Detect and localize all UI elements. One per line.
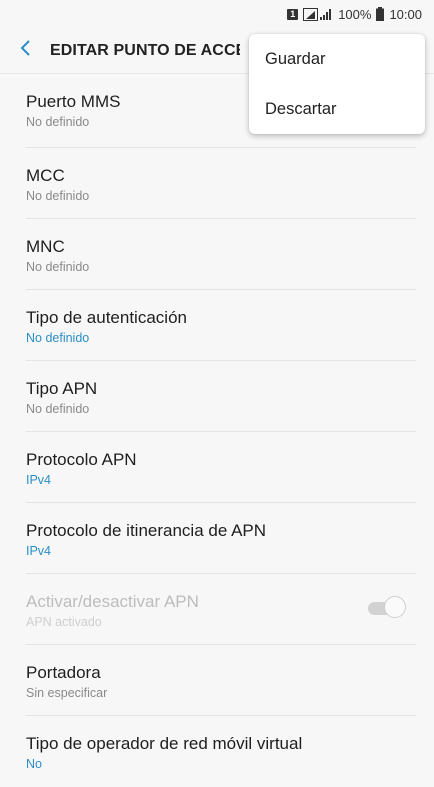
setting-label: Tipo APN bbox=[26, 379, 98, 398]
setting-label: Activar/desactivar APN bbox=[26, 592, 199, 611]
setting-value: IPv4 bbox=[26, 473, 52, 487]
setting-value: APN activado bbox=[26, 615, 102, 629]
setting-label: Protocolo de itinerancia de APN bbox=[26, 521, 267, 540]
setting-label: MCC bbox=[26, 166, 65, 185]
menu-item-guardar[interactable]: Guardar bbox=[249, 34, 425, 84]
setting-label: Tipo de operador de red móvil virtual bbox=[26, 734, 303, 753]
setting-tipo-apn[interactable]: Tipo APN No definido bbox=[0, 361, 434, 432]
setting-protocolo-itinerancia-apn[interactable]: Protocolo de itinerancia de APN IPv4 bbox=[0, 503, 434, 574]
signal-icon bbox=[303, 7, 333, 21]
menu-item-descartar[interactable]: Descartar bbox=[249, 84, 425, 134]
setting-activar-apn: Activar/desactivar APN APN activado bbox=[0, 574, 434, 645]
clock: 10:00 bbox=[389, 6, 422, 22]
setting-mnc[interactable]: MNC No definido bbox=[0, 219, 434, 290]
toggle-knob bbox=[384, 596, 406, 618]
chevron-left-icon bbox=[19, 39, 31, 62]
battery-icon bbox=[376, 7, 385, 21]
page-title: EDITAR PUNTO DE ACCESO bbox=[50, 41, 240, 59]
setting-value: No definido bbox=[26, 260, 90, 274]
setting-value: Sin especificar bbox=[26, 686, 108, 700]
setting-protocolo-apn[interactable]: Protocolo APN IPv4 bbox=[0, 432, 434, 503]
status-bar: 1 100% 10:00 bbox=[0, 0, 434, 28]
setting-value: No definido bbox=[26, 189, 90, 203]
setting-tipo-operador-mvno[interactable]: Tipo de operador de red móvil virtual No bbox=[0, 716, 434, 787]
settings-list: Puerto MMS No definido MCC No definido M… bbox=[0, 74, 434, 787]
setting-label: Protocolo APN bbox=[26, 450, 137, 469]
setting-portadora[interactable]: Portadora Sin especificar bbox=[0, 645, 434, 716]
setting-label: MNC bbox=[26, 237, 65, 256]
back-button[interactable] bbox=[0, 28, 50, 74]
overflow-menu: Guardar Descartar bbox=[249, 34, 425, 134]
apn-toggle-switch bbox=[368, 596, 408, 620]
sim-slot-icon: 1 bbox=[287, 8, 299, 20]
setting-value: No definido bbox=[26, 331, 90, 345]
setting-value: IPv4 bbox=[26, 544, 52, 558]
setting-value: No definido bbox=[26, 402, 90, 416]
setting-tipo-autenticacion[interactable]: Tipo de autenticación No definido bbox=[0, 290, 434, 361]
setting-mcc[interactable]: MCC No definido bbox=[0, 148, 434, 219]
battery-percent: 100% bbox=[338, 6, 372, 22]
setting-label: Portadora bbox=[26, 663, 101, 682]
setting-value: No bbox=[26, 757, 42, 771]
setting-label: Tipo de autenticación bbox=[26, 308, 187, 327]
